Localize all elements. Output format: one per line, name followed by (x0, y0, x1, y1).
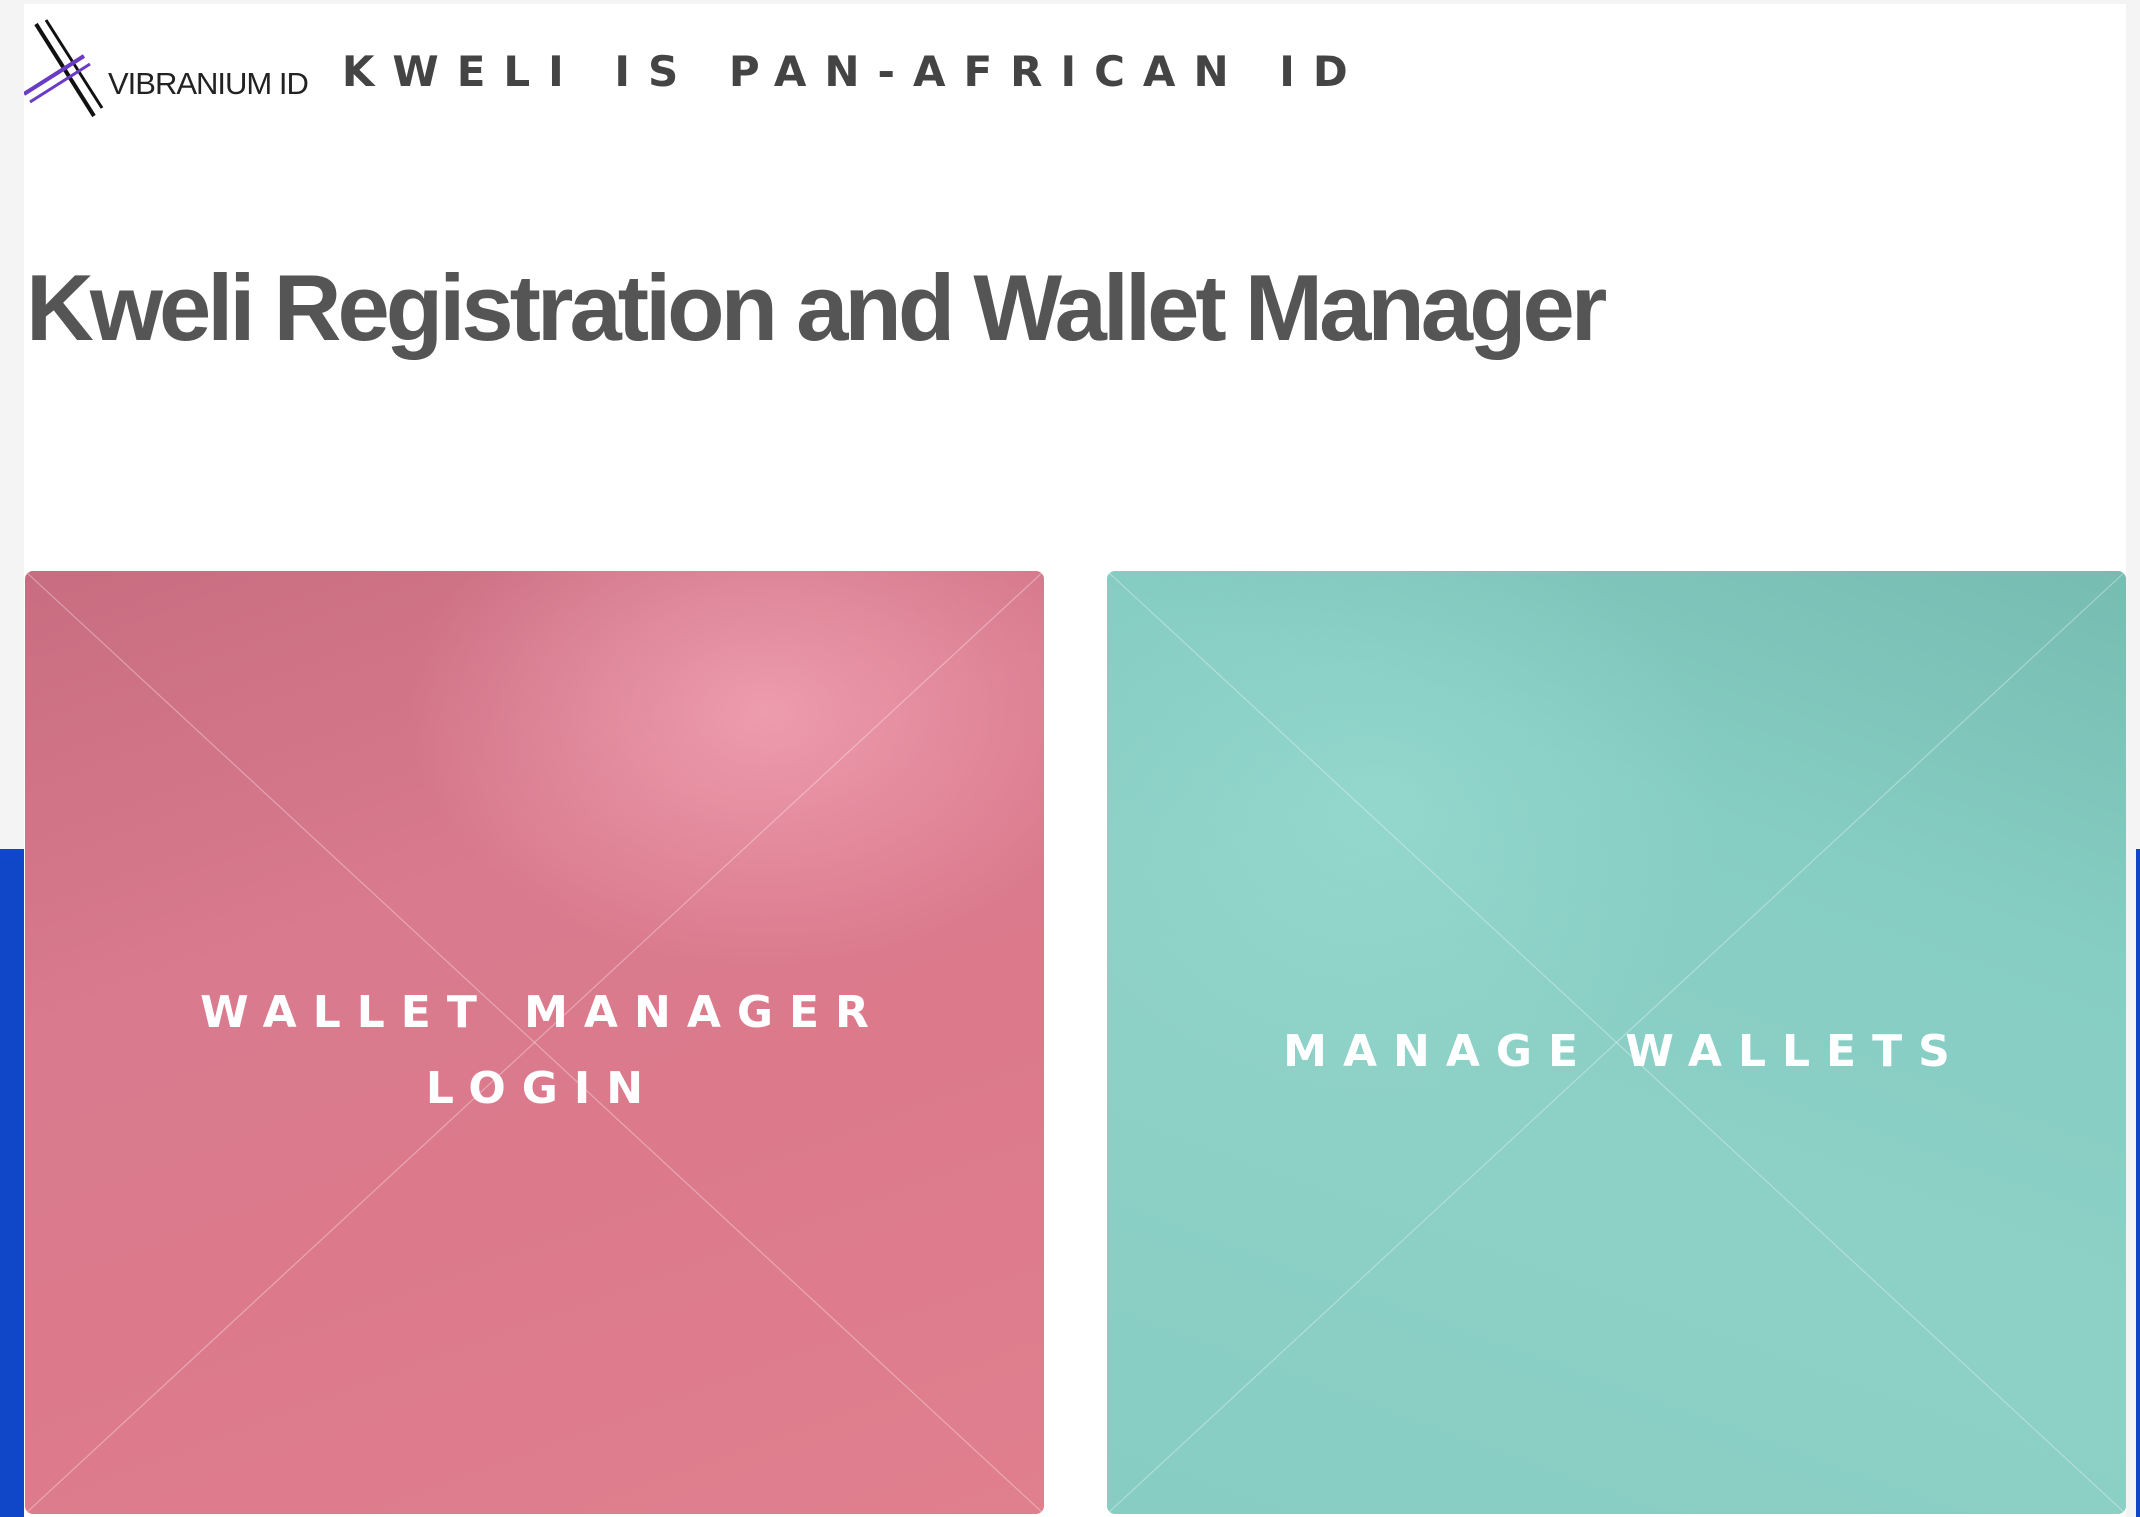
site-tagline: KWELI IS PAN-AFRICAN ID (341, 46, 1366, 96)
logo-wordmark: VIBRANIUM ID (108, 66, 309, 101)
vibranium-logo-link[interactable]: VIBRANIUM ID (24, 16, 309, 126)
wallet-manager-login-card[interactable]: WALLET MANAGER LOGIN (25, 571, 1044, 1514)
manage-wallets-card[interactable]: MANAGE WALLETS (1107, 571, 2126, 1514)
wallet-manager-login-label: WALLET MANAGER LOGIN (200, 986, 885, 1114)
site-header: VIBRANIUM ID KWELI IS PAN-AFRICAN ID (24, 16, 1524, 126)
page-container: VIBRANIUM ID KWELI IS PAN-AFRICAN ID Kwe… (24, 4, 2128, 1517)
left-accent-bar (0, 849, 26, 1517)
page-title: Kweli Registration and Wallet Manager (26, 255, 1607, 360)
scrollbar-track[interactable] (2126, 0, 2136, 1517)
vibranium-logo-icon (24, 19, 104, 118)
manage-wallets-label: MANAGE WALLETS (1283, 1025, 1966, 1077)
